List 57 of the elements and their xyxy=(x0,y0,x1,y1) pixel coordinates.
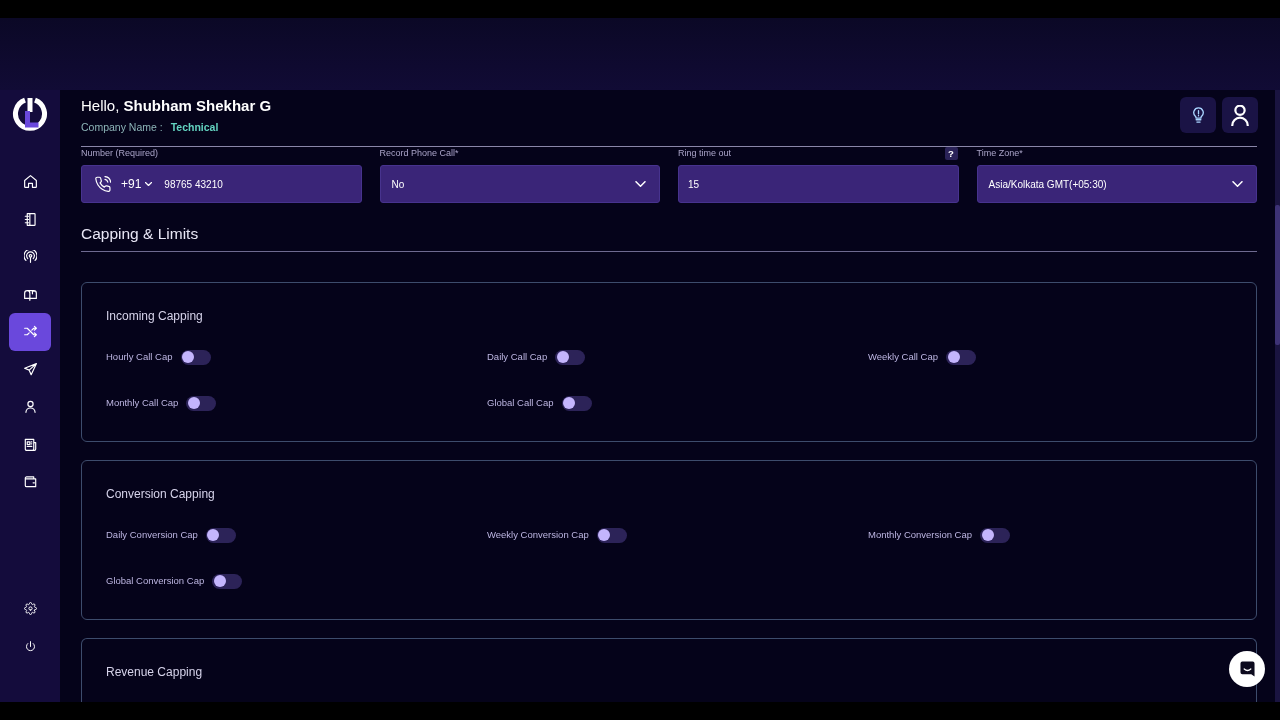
home-icon xyxy=(23,175,37,189)
section-title: Capping & Limits xyxy=(81,223,1257,252)
country-code-dropdown[interactable]: +91 xyxy=(121,177,153,191)
newspaper-icon xyxy=(23,437,37,451)
user-icon xyxy=(23,400,37,414)
toggle-label: Weekly Conversion Cap xyxy=(487,528,589,542)
tips-button[interactable] xyxy=(1180,97,1216,133)
shuffle-icon xyxy=(23,325,37,339)
toggle-label: Monthly Conversion Cap xyxy=(868,528,973,542)
field-label: Record Phone Call* xyxy=(379,148,459,159)
toggle-label: Daily Call Cap xyxy=(487,350,548,364)
toggle-label: Weekly Call Cap xyxy=(868,350,939,364)
toggle-switch[interactable] xyxy=(186,395,217,411)
phone-icon xyxy=(95,176,111,192)
chevron-down-icon xyxy=(1232,181,1243,187)
toggle-switch[interactable] xyxy=(561,395,592,411)
phone-number-input[interactable]: 98765 43210 xyxy=(164,178,223,190)
card-title: Conversion Capping xyxy=(106,486,216,502)
field-label: Ring time out xyxy=(678,148,732,159)
field-label: Time Zone* xyxy=(976,148,1023,159)
toggle-label: Global Call Cap xyxy=(487,396,554,410)
settings-icon xyxy=(23,602,37,616)
chat-icon xyxy=(1239,661,1255,677)
chevron-down-icon xyxy=(635,181,646,187)
toggle-label: Hourly Call Cap xyxy=(106,350,173,364)
select-dropdown[interactable]: No xyxy=(379,165,660,203)
toggle-switch[interactable] xyxy=(596,527,627,543)
caret-icon xyxy=(145,182,153,186)
company-label: Company Name : xyxy=(81,120,163,134)
input-field[interactable]: 15 xyxy=(678,165,959,203)
mailbox-icon xyxy=(23,287,37,301)
select-dropdown[interactable]: Asia/Kolkata GMT(+05:30) xyxy=(976,165,1257,203)
toggle-switch[interactable] xyxy=(205,527,236,543)
company-name: Technical xyxy=(170,120,219,134)
user-icon xyxy=(1231,104,1249,126)
notebook-icon xyxy=(23,212,37,226)
toggle-label: Daily Conversion Cap xyxy=(106,528,198,542)
card-title: Revenue Capping xyxy=(106,664,204,680)
profile-button[interactable] xyxy=(1222,97,1258,133)
logo-icon xyxy=(12,96,48,132)
scrollbar-thumb[interactable] xyxy=(1275,205,1280,345)
broadcast-icon xyxy=(23,250,37,264)
card-title: Incoming Capping xyxy=(106,308,204,324)
toggle-label: Global Conversion Cap xyxy=(106,574,205,588)
paper-plane-icon xyxy=(23,362,37,376)
help-button[interactable]: ? xyxy=(944,147,958,160)
lightbulb-icon xyxy=(1192,107,1204,123)
toggle-switch[interactable] xyxy=(980,527,1011,543)
greeting-text: Hello, Shubham Shekhar G xyxy=(81,96,272,116)
field-label: Number (Required) xyxy=(81,148,159,159)
toggle-switch[interactable] xyxy=(946,349,977,365)
toggle-switch[interactable] xyxy=(180,349,211,365)
power-icon xyxy=(23,639,37,653)
toggle-switch[interactable] xyxy=(555,349,586,365)
wallet-icon xyxy=(23,475,37,489)
toggle-label: Monthly Call Cap xyxy=(106,396,179,410)
toggle-switch[interactable] xyxy=(212,573,243,589)
